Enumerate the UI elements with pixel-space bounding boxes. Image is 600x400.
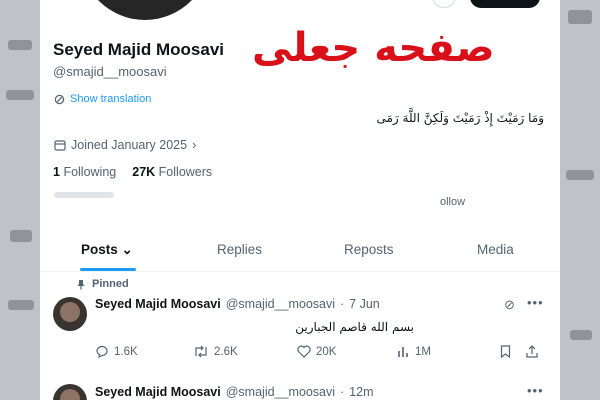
share-icon xyxy=(526,345,538,358)
followers-link[interactable]: 27K Followers xyxy=(132,165,212,179)
views-button[interactable]: 1M xyxy=(397,345,431,358)
backdrop-left xyxy=(0,0,40,400)
tab-replies[interactable]: Replies xyxy=(217,242,262,257)
profile-card: Seyed Majid Moosavi @smajid__moosavi صفح… xyxy=(40,0,560,400)
fake-page-overlay: صفحه جعلی xyxy=(252,25,495,71)
tweet-actions: 1.6K 2.6K 20K 1M xyxy=(95,345,545,365)
more-icon[interactable]: ••• xyxy=(527,295,544,310)
follow-fragment: ollow xyxy=(440,196,466,208)
like-button[interactable]: 20K xyxy=(297,345,336,358)
tweet-author-name[interactable]: Seyed Majid Moosavi xyxy=(95,297,221,311)
repost-icon xyxy=(195,345,207,358)
share-button[interactable] xyxy=(526,345,538,358)
tab-posts[interactable]: Posts ⌄ xyxy=(81,242,133,258)
backdrop-right xyxy=(560,0,600,400)
show-translation-link[interactable]: Show translation xyxy=(54,93,151,105)
followed-by-blurred xyxy=(54,192,114,198)
joined-date: Joined January 2025 › xyxy=(54,138,196,152)
following-link[interactable]: 1 Following xyxy=(53,165,116,179)
profile-bio: وَمَا رَمَيْتَ إِذْ رَمَيْتَ وَلَكِنَّ ا… xyxy=(376,111,544,125)
display-name: Seyed Majid Moosavi xyxy=(53,40,224,59)
tab-reposts[interactable]: Reposts xyxy=(344,242,394,257)
header-icon-button[interactable] xyxy=(432,0,456,8)
header-action-button[interactable] xyxy=(470,0,540,8)
follow-stats: 1 Following 27K Followers xyxy=(53,165,212,179)
chevron-right-icon: › xyxy=(192,138,197,152)
tweet-avatar[interactable] xyxy=(53,384,87,400)
profile-avatar[interactable] xyxy=(80,0,210,20)
pin-icon xyxy=(77,279,85,289)
tweet-header: Seyed Majid Moosavi @smajid__moosavi · 7… xyxy=(95,297,380,311)
tweet-separator: · xyxy=(340,297,345,311)
tweet-author-handle[interactable]: @smajid__moosavi xyxy=(226,385,335,399)
tweet-author-handle[interactable]: @smajid__moosavi xyxy=(226,297,335,311)
tweet-text: بسم الله قاصم الجبارین xyxy=(295,320,414,334)
bookmark-icon xyxy=(500,345,511,358)
grok-icon[interactable]: ⊘ xyxy=(504,297,515,313)
chevron-down-icon: ⌄ xyxy=(121,242,133,257)
like-icon xyxy=(297,345,311,358)
calendar-icon xyxy=(54,140,66,151)
profile-handle: @smajid__moosavi xyxy=(53,64,167,79)
more-icon[interactable]: ••• xyxy=(527,383,544,398)
tweet-time[interactable]: 12m xyxy=(349,385,373,399)
tweet-time[interactable]: 7 Jun xyxy=(349,297,380,311)
translate-icon xyxy=(54,94,65,104)
pinned-indicator: Pinned xyxy=(76,278,129,290)
tweet-header: Seyed Majid Moosavi @smajid__moosavi · 1… xyxy=(95,385,374,399)
tweet-avatar[interactable] xyxy=(53,297,87,331)
repost-button[interactable]: 2.6K xyxy=(193,345,238,358)
tweet-author-name[interactable]: Seyed Majid Moosavi xyxy=(95,385,221,399)
show-translation-label: Show translation xyxy=(70,93,152,105)
active-tab-indicator xyxy=(80,268,136,271)
tweet-separator: · xyxy=(340,385,345,399)
joined-label: Joined January 2025 xyxy=(71,138,188,152)
tab-media[interactable]: Media xyxy=(477,242,514,257)
bookmark-button[interactable] xyxy=(500,345,511,358)
reply-button[interactable]: 1.6K xyxy=(95,345,138,358)
reply-icon xyxy=(96,345,108,358)
views-icon xyxy=(398,347,408,357)
profile-tabs: Posts ⌄ Replies Reposts Media xyxy=(40,226,560,272)
